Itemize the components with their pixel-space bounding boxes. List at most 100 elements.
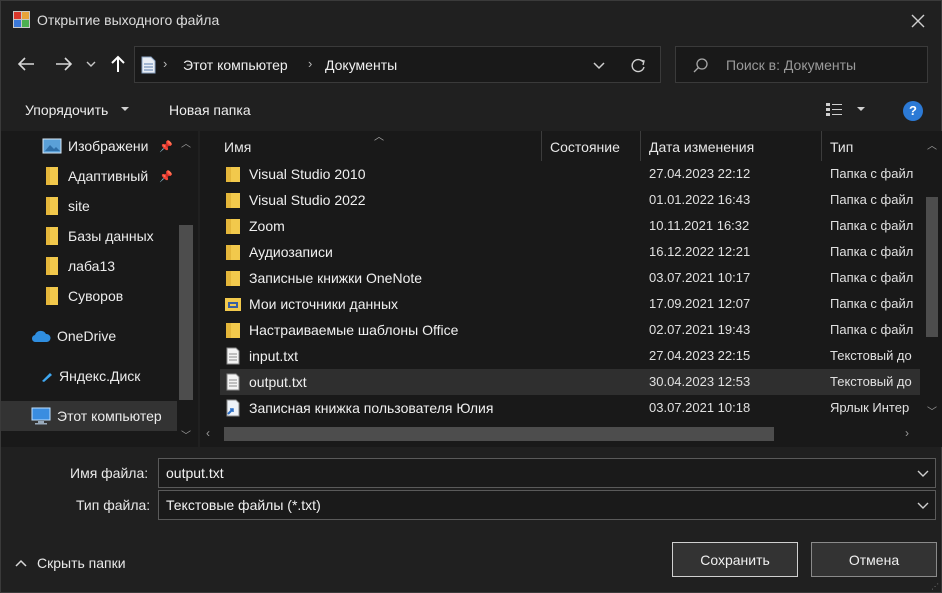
- chevron-down-icon[interactable]: [915, 498, 931, 512]
- up-button[interactable]: [105, 51, 131, 77]
- scroll-right-icon[interactable]: ›: [905, 426, 909, 440]
- nav-item-databases[interactable]: Базы данных: [1, 221, 177, 251]
- save-button[interactable]: Сохранить: [672, 542, 798, 577]
- app-icon: [13, 11, 30, 28]
- scroll-left-icon[interactable]: ‹: [206, 426, 210, 440]
- file-row[interactable]: Zoom 10.11.2021 16:32 Папка с файл: [220, 213, 920, 239]
- nav-item-pictures[interactable]: Изображени 📌: [1, 131, 177, 161]
- column-divider[interactable]: [640, 131, 641, 161]
- column-type[interactable]: Тип: [830, 139, 853, 155]
- file-type: Папка с файл: [830, 296, 914, 311]
- sort-ascending-icon: ︿: [374, 132, 384, 143]
- forward-button[interactable]: [51, 51, 77, 77]
- file-type: Текстовый до: [830, 348, 912, 363]
- column-date[interactable]: Дата изменения: [649, 139, 754, 155]
- hide-folders-button[interactable]: Скрыть папки: [15, 555, 126, 571]
- file-list: ︿ Имя Состояние Дата изменения Тип Visua…: [200, 131, 942, 447]
- nav-item-laba13[interactable]: лаба13: [1, 251, 177, 281]
- nav-item-this-pc[interactable]: Этот компьютер: [1, 401, 177, 431]
- new-folder-button[interactable]: Новая папка: [169, 102, 251, 118]
- navigation-pane: Изображени 📌 Адаптивный 📌 site Базы данн…: [1, 131, 198, 447]
- nav-scroll-thumb[interactable]: [179, 225, 193, 400]
- column-divider[interactable]: [821, 131, 822, 161]
- arrow-right-icon: [56, 57, 73, 71]
- file-row[interactable]: Записные книжки OneNote 03.07.2021 10:17…: [220, 265, 920, 291]
- recent-locations-button[interactable]: [81, 51, 101, 77]
- file-date: 30.04.2023 12:53: [649, 374, 751, 389]
- arrow-left-icon: [17, 57, 34, 71]
- search-input[interactable]: Поиск в: Документы: [675, 46, 928, 83]
- column-divider[interactable]: [541, 131, 542, 161]
- nav-item-label: Изображени: [68, 138, 149, 154]
- address-bar[interactable]: › Этот компьютер › Документы: [134, 46, 661, 83]
- chevron-down-icon[interactable]: [915, 466, 931, 480]
- nav-scrollbar[interactable]: ︿ ﹀: [177, 131, 195, 447]
- file-name: Zoom: [249, 218, 285, 234]
- file-row[interactable]: Аудиозаписи 16.12.2022 12:21 Папка с фай…: [220, 239, 920, 265]
- file-date: 03.07.2021 10:18: [649, 400, 751, 415]
- file-list-vertical-scrollbar[interactable]: ︿ ﹀: [922, 131, 942, 423]
- pictures-icon: [42, 136, 62, 156]
- file-type: Папка с файл: [830, 244, 914, 259]
- nav-item-label: лаба13: [68, 258, 116, 274]
- help-button[interactable]: ?: [903, 101, 923, 121]
- file-list-horizontal-scrollbar[interactable]: ‹ ›: [200, 423, 922, 445]
- back-button[interactable]: [13, 51, 39, 77]
- cancel-button[interactable]: Отмена: [811, 542, 937, 577]
- file-row[interactable]: input.txt 27.04.2023 22:15 Текстовый до: [220, 343, 920, 369]
- vertical-scroll-thumb[interactable]: [926, 197, 938, 337]
- organize-button[interactable]: Упорядочить: [25, 102, 108, 118]
- nav-item-site[interactable]: site: [1, 191, 177, 221]
- cloud-icon: [31, 326, 51, 346]
- filename-label: Имя файла:: [70, 465, 149, 481]
- documents-icon: [141, 56, 156, 74]
- scroll-down-icon[interactable]: ﹀: [181, 427, 191, 442]
- column-status[interactable]: Состояние: [550, 139, 620, 155]
- nav-item-label: Этот компьютер: [57, 408, 162, 424]
- refresh-icon[interactable]: [627, 55, 649, 77]
- data-sources-folder-icon: [225, 298, 241, 311]
- column-name[interactable]: Имя: [224, 139, 251, 155]
- close-icon[interactable]: [906, 9, 930, 33]
- scroll-down-icon[interactable]: ﹀: [927, 403, 937, 418]
- text-file-icon: [226, 347, 240, 365]
- file-row-selected[interactable]: output.txt 30.04.2023 12:53 Текстовый до: [220, 369, 920, 395]
- resize-grip-icon[interactable]: ⋰: [931, 582, 939, 591]
- scroll-up-icon[interactable]: ︿: [181, 135, 191, 150]
- file-row[interactable]: Мои источники данных 17.09.2021 12:07 Па…: [220, 291, 920, 317]
- view-dropdown-icon[interactable]: [856, 105, 866, 113]
- file-type: Текстовый до: [830, 374, 912, 389]
- nav-item-label: Базы данных: [68, 228, 154, 244]
- breadcrumb-documents[interactable]: Документы: [325, 57, 397, 73]
- filetype-select[interactable]: Текстовые файлы (*.txt): [158, 490, 936, 520]
- file-name: Записная книжка пользователя Юлия: [249, 400, 494, 416]
- shortcut-icon: [226, 399, 240, 417]
- scroll-up-icon[interactable]: ︿: [927, 137, 937, 152]
- nav-item-label: OneDrive: [57, 328, 117, 344]
- text-file-icon: [226, 373, 240, 391]
- chevron-down-icon: [86, 61, 96, 67]
- filename-input[interactable]: output.txt: [158, 458, 936, 488]
- nav-item-yandex-disk[interactable]: Яндекс.Диск: [1, 361, 177, 391]
- file-type: Папка с файл: [830, 166, 914, 181]
- folder-icon: [42, 226, 62, 246]
- nav-item-onedrive[interactable]: OneDrive: [1, 321, 177, 351]
- file-row[interactable]: Visual Studio 2010 27.04.2023 22:12 Папк…: [220, 161, 920, 187]
- column-header-row: ︿ Имя Состояние Дата изменения Тип: [200, 131, 942, 161]
- file-row[interactable]: Записная книжка пользователя Юлия 03.07.…: [220, 395, 920, 421]
- file-row[interactable]: Настраиваемые шаблоны Office 02.07.2021 …: [220, 317, 920, 343]
- nav-item-suvorov[interactable]: Суворов: [1, 281, 177, 311]
- breadcrumb-this-pc[interactable]: Этот компьютер: [183, 57, 288, 73]
- chevron-up-icon: [15, 559, 27, 567]
- chevron-down-icon: [121, 107, 129, 111]
- horizontal-scroll-thumb[interactable]: [224, 427, 774, 441]
- file-type: Ярлык Интер: [830, 400, 910, 415]
- address-history-icon[interactable]: [587, 55, 611, 75]
- nav-item-label: Адаптивный: [68, 168, 149, 184]
- file-row[interactable]: Visual Studio 2022 01.01.2022 16:43 Папк…: [220, 187, 920, 213]
- filetype-value: Текстовые файлы (*.txt): [166, 497, 321, 513]
- pin-icon: 📌: [159, 170, 173, 183]
- file-date: 01.01.2022 16:43: [649, 192, 751, 207]
- view-options-icon[interactable]: [825, 101, 845, 119]
- nav-item-adaptive[interactable]: Адаптивный 📌: [1, 161, 177, 191]
